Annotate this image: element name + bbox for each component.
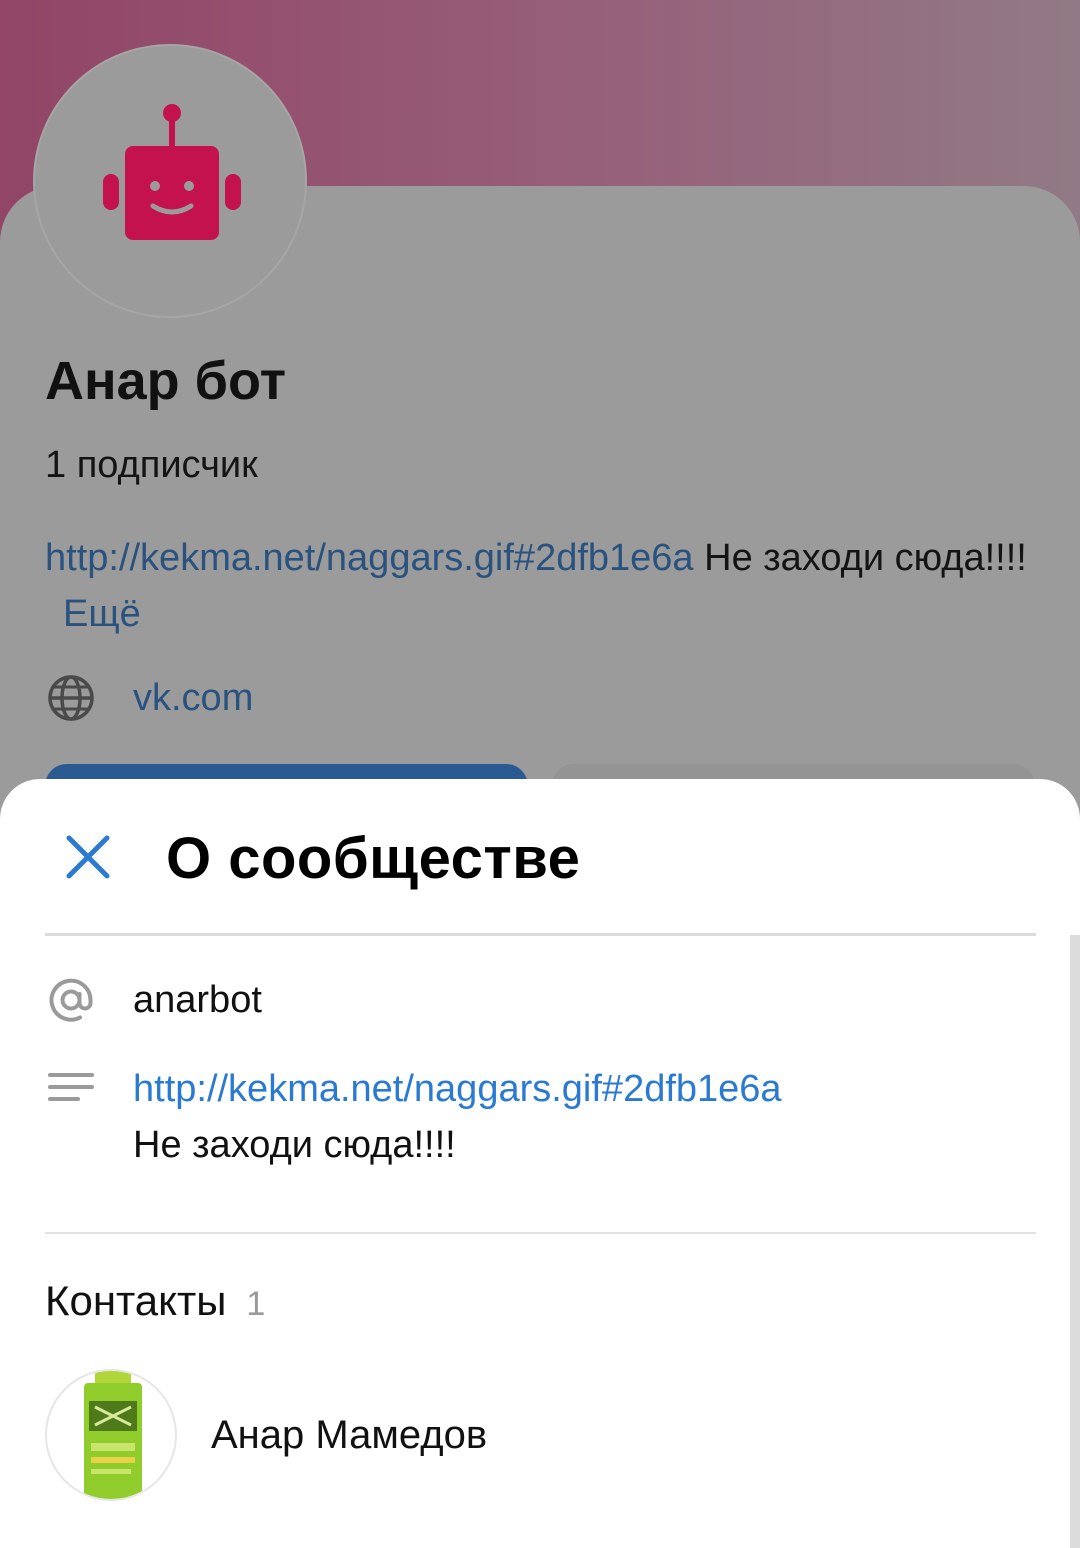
header-divider bbox=[45, 933, 1036, 936]
screen-name[interactable]: anarbot bbox=[133, 979, 262, 1022]
website-row[interactable]: vk.com bbox=[45, 672, 253, 724]
sheet-description-link[interactable]: http://kekma.net/naggars.gif#2dfb1e6a bbox=[133, 1061, 1033, 1117]
contacts-count: 1 bbox=[246, 1285, 266, 1323]
contacts-title: Контакты bbox=[45, 1277, 227, 1324]
community-description: http://kekma.net/naggars.gif#2dfb1e6a Не… bbox=[45, 530, 1035, 642]
close-icon bbox=[66, 835, 110, 879]
close-button[interactable] bbox=[58, 831, 118, 883]
subscribers-count[interactable]: 1 подписчик bbox=[45, 444, 258, 487]
community-name: Анар бот bbox=[45, 351, 287, 411]
sheet-title: О сообществе bbox=[166, 826, 581, 891]
more-link[interactable]: Ещё bbox=[63, 593, 141, 635]
description-link[interactable]: http://kekma.net/naggars.gif#2dfb1e6a bbox=[45, 537, 694, 579]
about-community-sheet: О сообществе anarbot http://kekma.net/na… bbox=[0, 779, 1080, 1548]
contact-name: Анар Мамедов bbox=[211, 1412, 488, 1457]
text-lines-icon bbox=[48, 1073, 94, 1101]
sheet-description: http://kekma.net/naggars.gif#2dfb1e6a Не… bbox=[133, 1061, 1033, 1173]
robot-icon bbox=[103, 104, 241, 240]
scrollbar[interactable] bbox=[1070, 935, 1080, 1548]
contact-item[interactable]: Анар Мамедов bbox=[45, 1369, 1035, 1501]
contact-avatar bbox=[45, 1369, 177, 1501]
description-text: Не заходи сюда!!!! bbox=[693, 537, 1027, 579]
website-link[interactable]: vk.com bbox=[133, 677, 253, 720]
screen: Анар бот 1 подписчик http://kekma.net/na… bbox=[0, 0, 1080, 1548]
at-sign-icon bbox=[49, 978, 93, 1022]
sheet-description-text: Не заходи сюда!!!! bbox=[133, 1124, 456, 1166]
section-divider bbox=[45, 1232, 1036, 1234]
contacts-header: Контакты 1 bbox=[45, 1277, 265, 1325]
spray-bottle-icon bbox=[84, 1371, 142, 1499]
community-avatar[interactable] bbox=[33, 44, 307, 318]
globe-icon bbox=[48, 675, 94, 721]
